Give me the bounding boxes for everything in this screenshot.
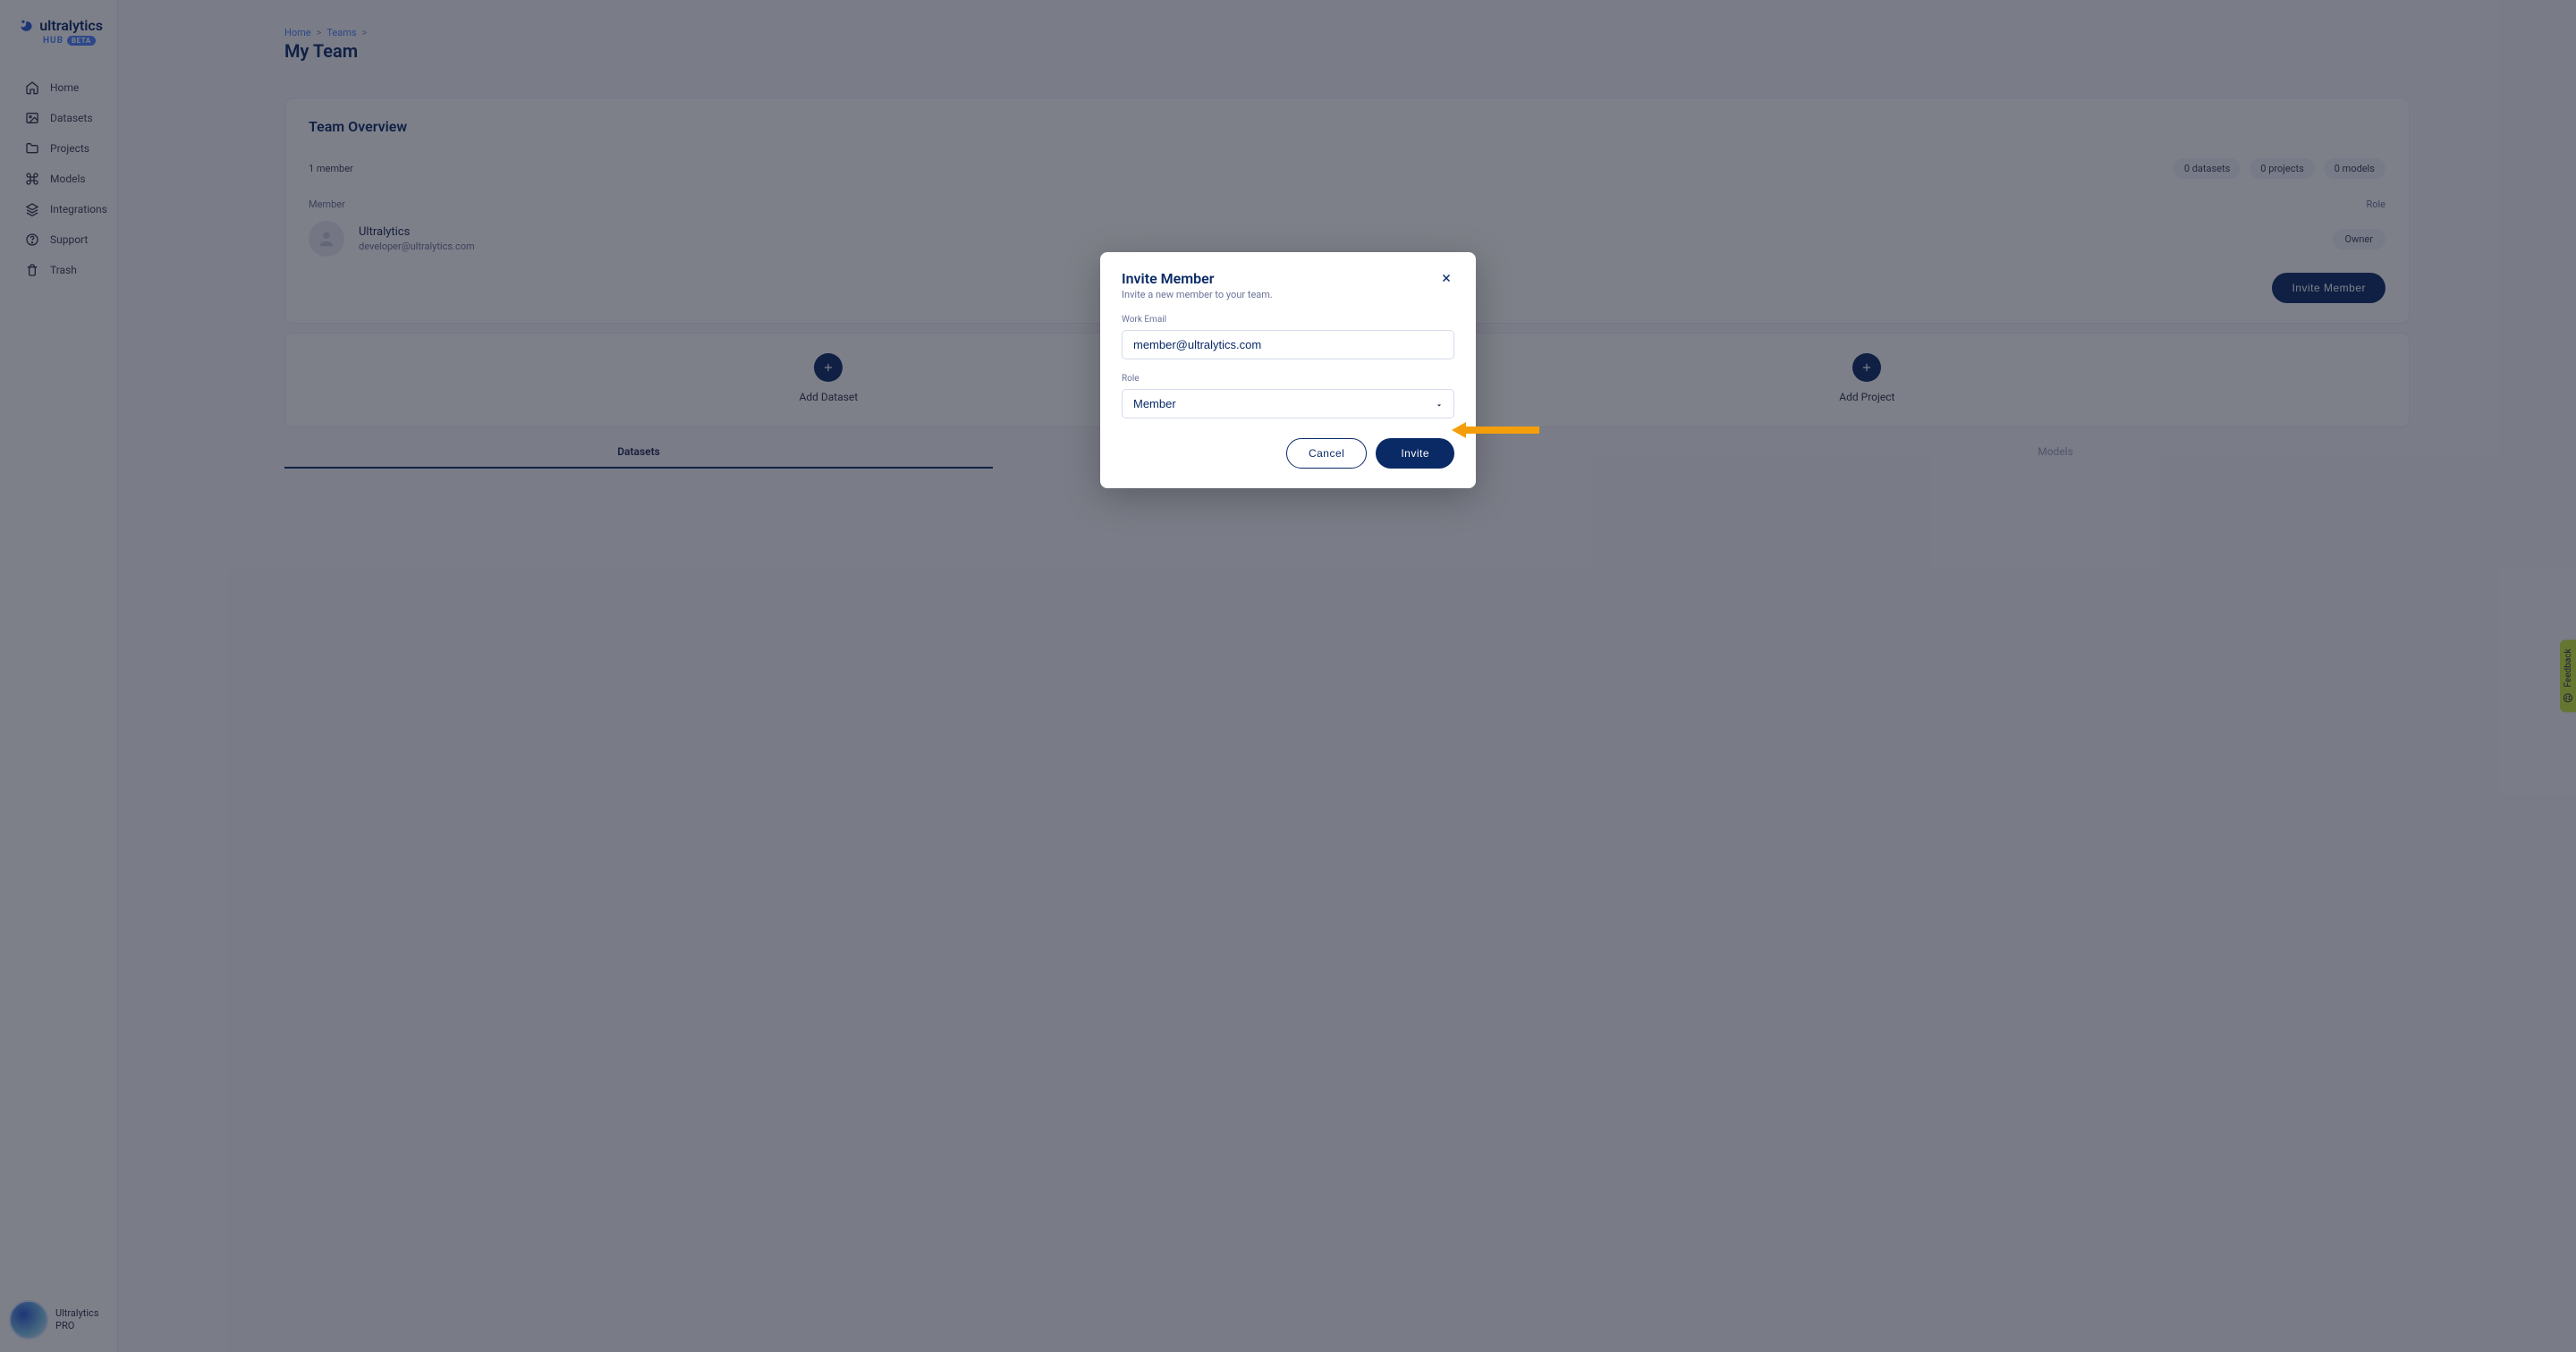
email-label: Work Email — [1122, 315, 1454, 325]
modal-title: Invite Member — [1122, 270, 1273, 287]
work-email-input[interactable] — [1122, 330, 1454, 359]
invite-button[interactable]: Invite — [1376, 438, 1454, 469]
invite-member-modal: Invite Member Invite a new member to you… — [1100, 252, 1476, 488]
modal-subtitle: Invite a new member to your team. — [1122, 289, 1273, 300]
role-select[interactable] — [1122, 389, 1454, 418]
modal-scrim[interactable] — [0, 0, 2576, 1352]
role-label: Role — [1122, 374, 1454, 384]
close-icon[interactable] — [1438, 270, 1454, 290]
cancel-button[interactable]: Cancel — [1286, 438, 1367, 469]
